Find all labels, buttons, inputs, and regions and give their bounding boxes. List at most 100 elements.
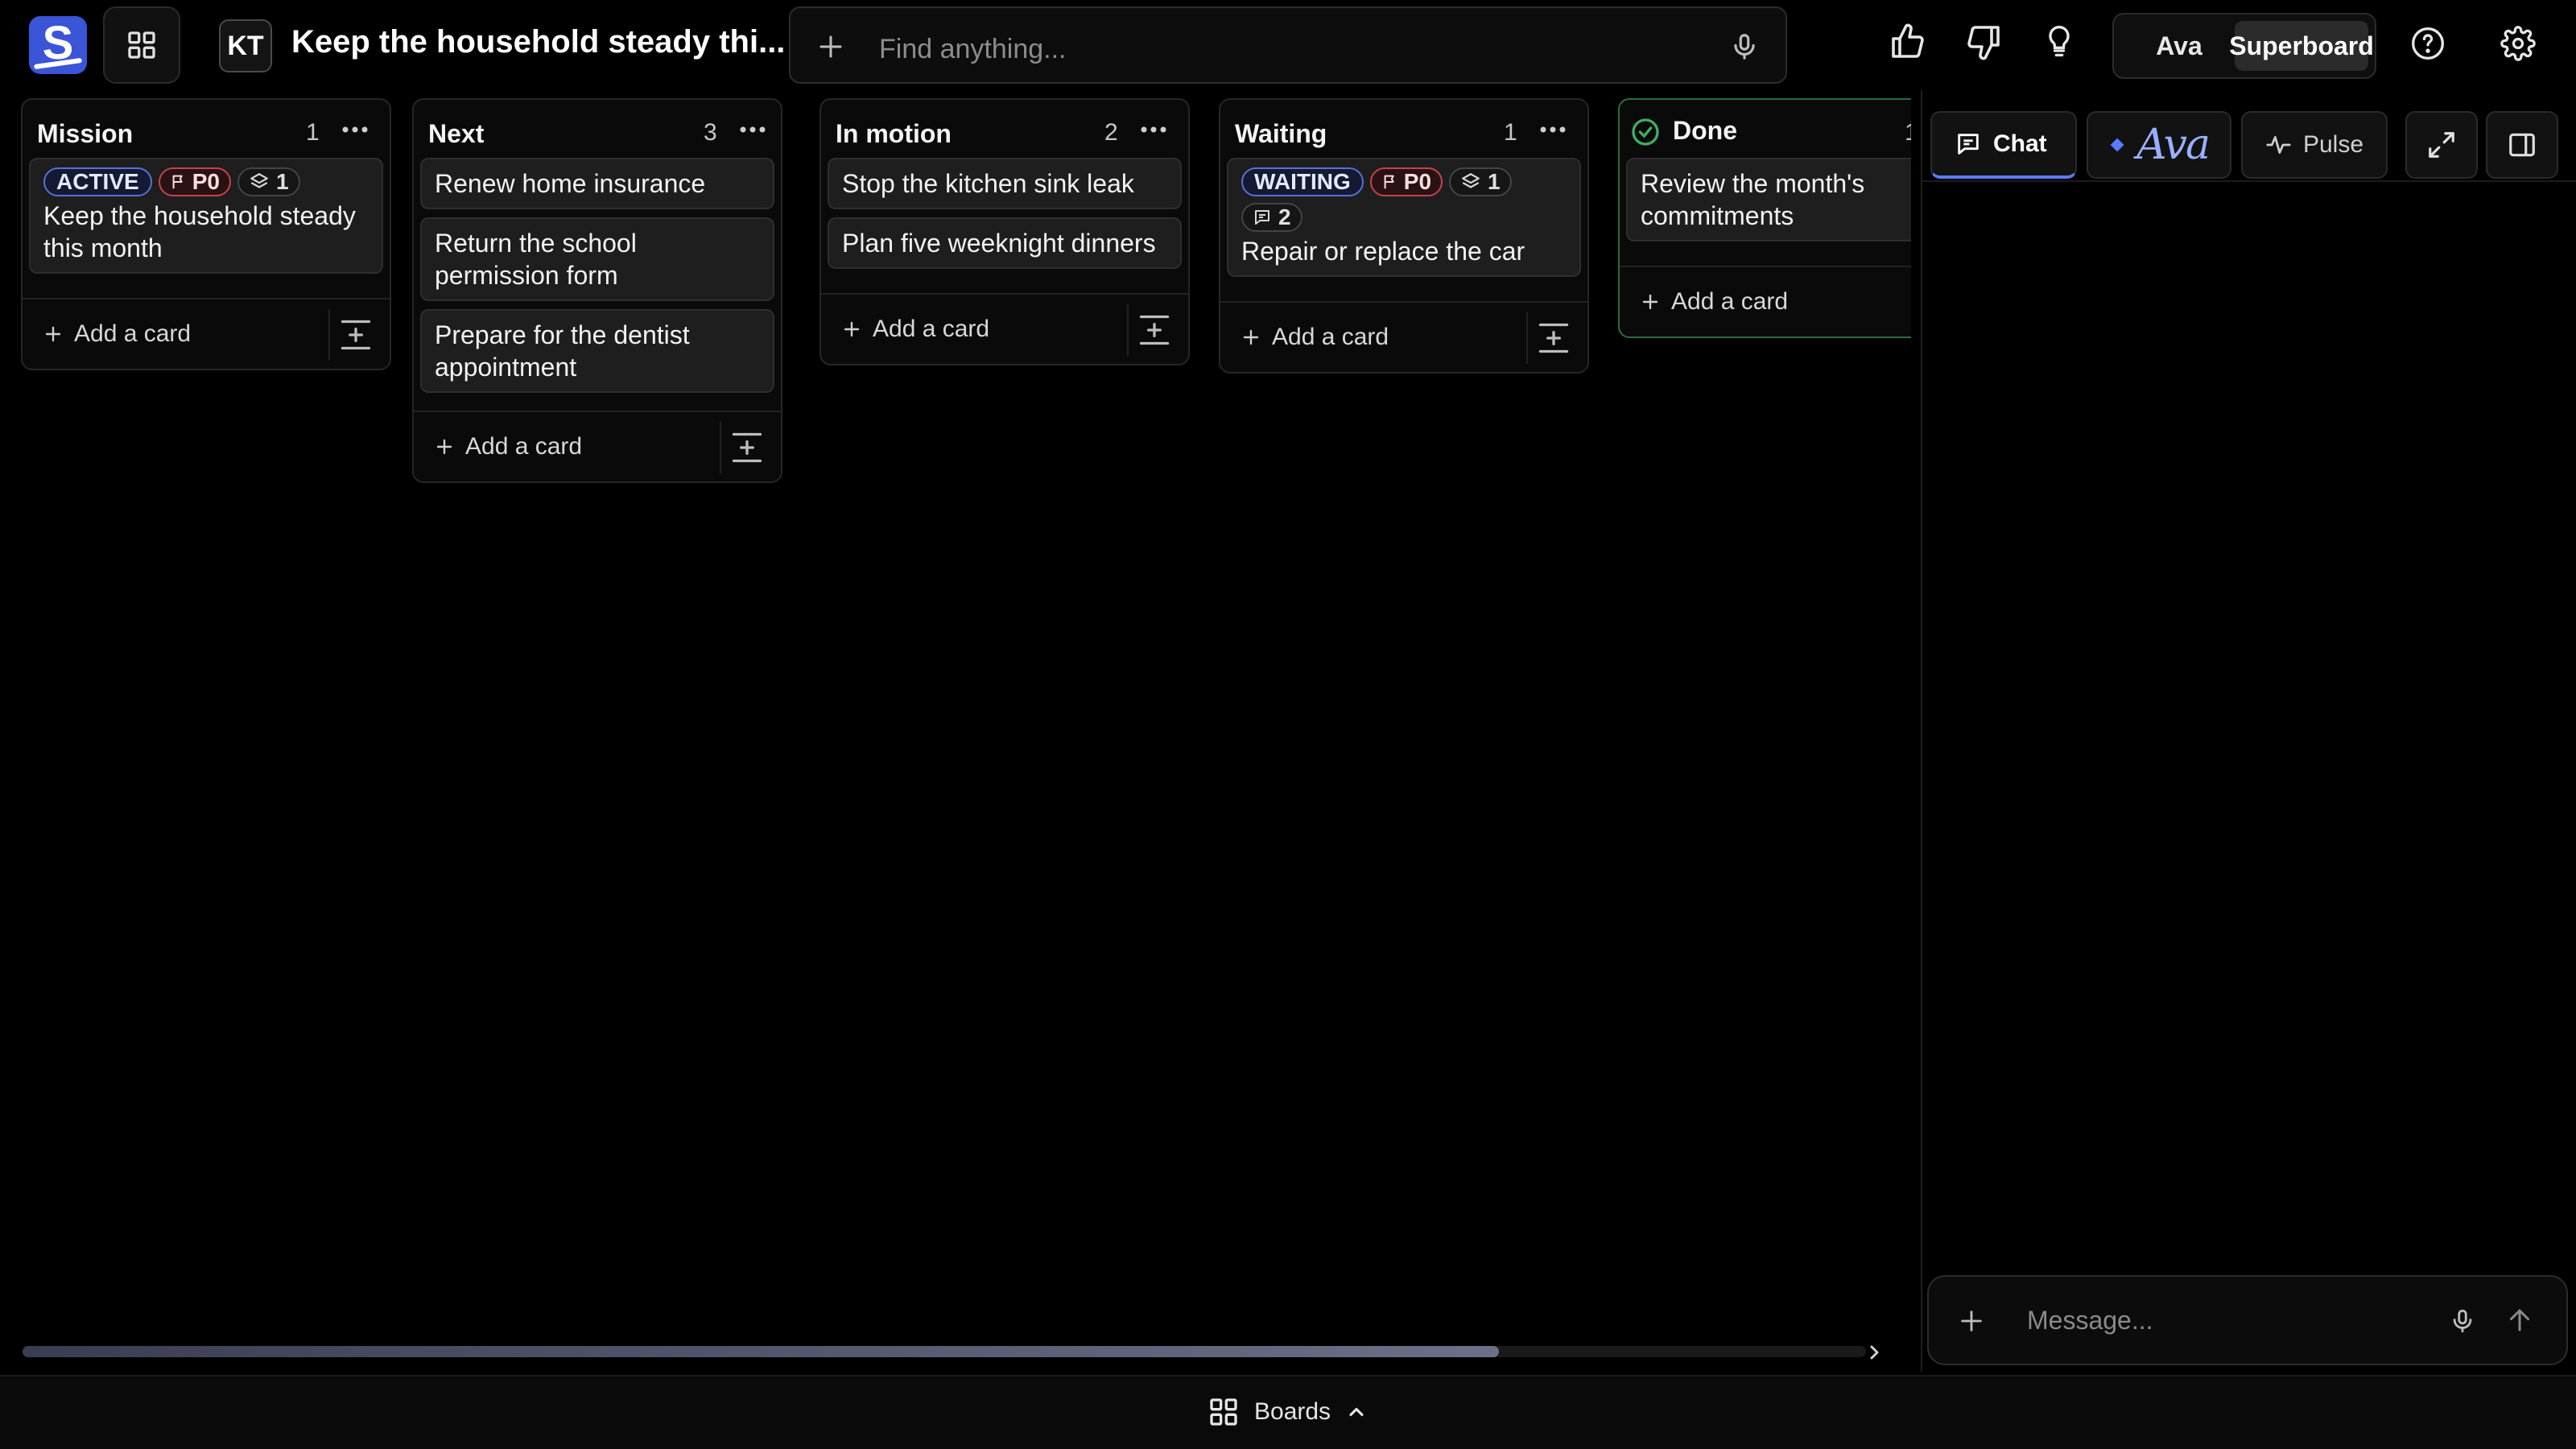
- thumbs-down-icon[interactable]: [1964, 23, 2003, 61]
- column-header: Mission 1: [23, 100, 390, 158]
- send-arrow-icon[interactable]: [2505, 1304, 2534, 1336]
- flag-icon: [1384, 175, 1394, 189]
- message-input[interactable]: Message...: [2027, 1306, 2153, 1335]
- search-bar[interactable]: Find anything...: [789, 6, 1787, 84]
- column-count: 1: [1905, 119, 1911, 147]
- subtasks-badge: 1: [237, 167, 300, 196]
- add-card-button[interactable]: Add a card: [1241, 324, 1389, 351]
- priority-badge: P0: [158, 167, 231, 196]
- boards-label: Boards: [1254, 1398, 1331, 1425]
- app-logo[interactable]: S: [29, 16, 87, 74]
- add-card-button[interactable]: Add a card: [435, 433, 582, 460]
- card[interactable]: Review the month's commitments: [1626, 158, 1911, 242]
- insert-card-icon[interactable]: [1536, 320, 1571, 356]
- horizontal-scrollbar[interactable]: [23, 1346, 1866, 1357]
- tab-ava[interactable]: Ava: [2087, 111, 2231, 179]
- comments-count: 2: [1278, 204, 1291, 229]
- column-waiting: Waiting 1 WAITING P0 1 2 Repair or repla…: [1219, 98, 1589, 374]
- card[interactable]: Plan five weeknight dinners: [828, 217, 1182, 269]
- column-footer: Add a card: [23, 298, 390, 369]
- card[interactable]: WAITING P0 1 2 Repair or replace the car: [1227, 158, 1581, 277]
- card-badges: WAITING P0 1 2: [1241, 167, 1567, 232]
- apps-grid-button[interactable]: [103, 6, 180, 84]
- toggle-sidebar-button[interactable]: [2486, 111, 2558, 179]
- chevron-up-icon: [1349, 1407, 1364, 1417]
- column-title[interactable]: Mission: [37, 119, 133, 149]
- card[interactable]: Prepare for the dentist appointment: [420, 309, 774, 393]
- add-card-button[interactable]: Add a card: [1641, 288, 1788, 316]
- panel-divider: [1922, 180, 2576, 182]
- card[interactable]: Renew home insurance: [420, 158, 774, 209]
- column-title[interactable]: In motion: [836, 119, 952, 149]
- column-mission: Mission 1 ACTIVE P0 1 Keep the household…: [21, 98, 391, 370]
- column-header: Waiting 1: [1220, 100, 1587, 158]
- thumbs-up-icon[interactable]: [1889, 23, 1927, 61]
- card-title: Repair or replace the car: [1241, 237, 1525, 266]
- layers-icon: [1462, 173, 1480, 188]
- column-header: In motion 2: [821, 100, 1188, 158]
- card-title: Renew home insurance: [435, 169, 706, 198]
- grid-icon: [1210, 1398, 1237, 1426]
- card[interactable]: ACTIVE P0 1 Keep the household steady th…: [29, 158, 383, 274]
- column-footer: Add a card: [1620, 266, 1911, 336]
- gear-icon[interactable]: [2500, 26, 2536, 61]
- toggle-superboard[interactable]: Superboard: [2229, 21, 2374, 71]
- more-options-icon[interactable]: [1539, 126, 1567, 134]
- board-title[interactable]: Keep the household steady thi...: [291, 24, 785, 60]
- pulse-icon: [2266, 136, 2291, 154]
- column-count: 2: [1104, 119, 1118, 146]
- footer-divider: [1127, 304, 1129, 356]
- add-card-button[interactable]: Add a card: [43, 320, 191, 348]
- expand-button[interactable]: [2405, 111, 2478, 179]
- tab-ava-label: Ava: [2136, 121, 2211, 169]
- plus-icon: [1243, 329, 1259, 345]
- more-options-icon[interactable]: [739, 126, 766, 134]
- subtasks-count: 1: [275, 169, 289, 194]
- column-title[interactable]: Waiting: [1235, 119, 1327, 149]
- column-title[interactable]: Next: [428, 119, 484, 149]
- plus-icon: [1642, 294, 1658, 310]
- more-options-icon[interactable]: [1140, 126, 1167, 134]
- priority-label: P0: [1403, 169, 1432, 194]
- microphone-icon[interactable]: [2449, 1306, 2476, 1336]
- column-title[interactable]: Done: [1673, 116, 1737, 146]
- scrollbar-thumb[interactable]: [23, 1346, 1499, 1357]
- sidebar-icon: [2509, 133, 2535, 157]
- column-count: 3: [704, 119, 717, 146]
- chat-icon: [1958, 134, 1979, 155]
- lightbulb-icon[interactable]: [2041, 23, 2077, 61]
- card-title: Plan five weeknight dinners: [842, 229, 1156, 258]
- tab-chat[interactable]: Chat: [1930, 111, 2077, 179]
- insert-card-icon[interactable]: [338, 317, 374, 353]
- board-avatar[interactable]: KT: [219, 19, 272, 72]
- priority-badge: P0: [1369, 167, 1443, 196]
- boards-button[interactable]: Boards: [1208, 1396, 1368, 1428]
- add-card-button[interactable]: Add a card: [842, 316, 989, 343]
- insert-card-icon[interactable]: [1137, 312, 1172, 348]
- column-count: 1: [306, 119, 320, 146]
- status-badge: WAITING: [1241, 167, 1364, 196]
- help-icon[interactable]: [2410, 26, 2446, 61]
- column-header: Next 3: [414, 100, 781, 158]
- microphone-icon[interactable]: [1729, 31, 1760, 63]
- insert-card-icon[interactable]: [729, 430, 765, 465]
- plus-icon[interactable]: [1958, 1307, 1985, 1335]
- more-options-icon[interactable]: [341, 126, 369, 134]
- tab-pulse[interactable]: Pulse: [2241, 111, 2388, 179]
- search-input[interactable]: Find anything...: [879, 34, 1066, 65]
- column-footer: Add a card: [821, 293, 1188, 364]
- column-in-motion: In motion 2 Stop the kitchen sink leak P…: [819, 98, 1190, 365]
- add-card-label: Add a card: [1671, 288, 1789, 315]
- tab-pulse-label: Pulse: [2302, 131, 2363, 158]
- top-bar: S KT Keep the household steady thi... Fi…: [0, 0, 2576, 90]
- toggle-ava[interactable]: Ava: [2127, 21, 2231, 71]
- column-done: Done 1 Review the month's commitments Ad…: [1618, 98, 1911, 338]
- card[interactable]: Return the school permission form: [420, 217, 774, 301]
- plus-icon[interactable]: [816, 32, 845, 61]
- card[interactable]: Stop the kitchen sink leak: [828, 158, 1182, 209]
- assistant-panel: Chat Ava Pulse Message...: [1921, 90, 2576, 1372]
- message-composer[interactable]: Message...: [1927, 1275, 2568, 1365]
- chevron-right-icon[interactable]: [1864, 1341, 1884, 1364]
- comment-icon: [1255, 210, 1269, 225]
- status-badge: ACTIVE: [43, 167, 152, 196]
